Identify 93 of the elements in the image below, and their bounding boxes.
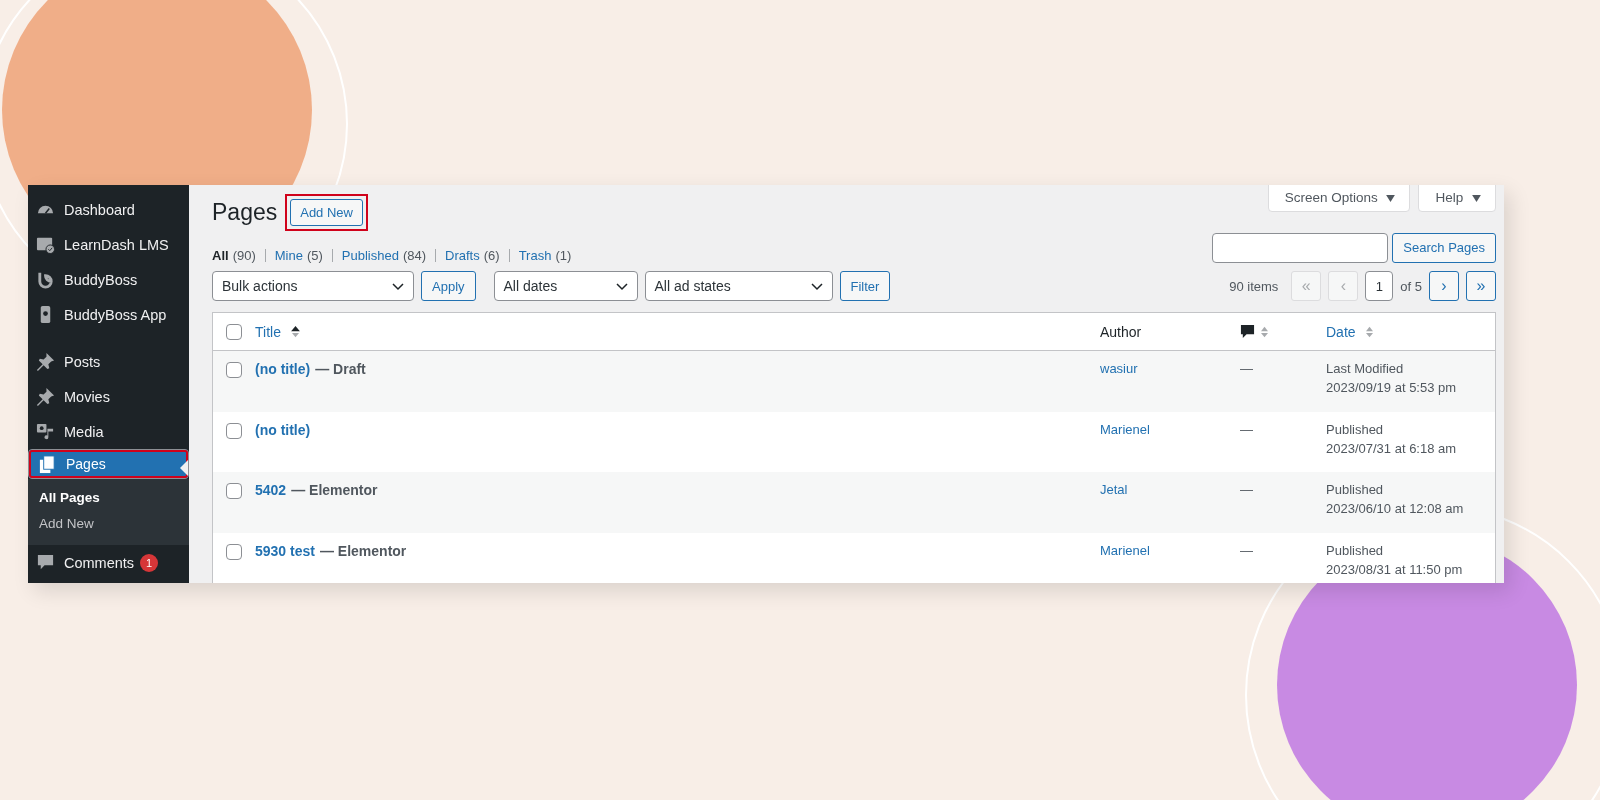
- page-state: — Elementor: [319, 542, 407, 559]
- window-check-icon: [36, 235, 55, 254]
- author-link[interactable]: Marienel: [1100, 421, 1150, 437]
- page-title-link[interactable]: 5402: [255, 482, 287, 498]
- column-sort-link[interactable]: Date: [1326, 323, 1356, 340]
- filter-button[interactable]: Filter: [839, 271, 891, 301]
- ad-states-dropdown[interactable]: All ad states: [644, 271, 833, 301]
- date-text: 2023/07/31 at 6:18 am: [1326, 440, 1458, 456]
- screen-options-button[interactable]: Screen Options: [1267, 185, 1411, 212]
- sidebar-item-label: Media: [64, 423, 104, 440]
- view-filter-link[interactable]: All: [212, 248, 229, 263]
- sidebar-item-label: BuddyBoss: [64, 271, 138, 288]
- comment-count: —: [1240, 482, 1253, 497]
- submenu-item[interactable]: All Pages: [28, 485, 189, 511]
- dates-dropdown[interactable]: All dates: [493, 271, 638, 301]
- date-status: Published: [1326, 482, 1385, 497]
- sidebar-item-label: BuddyBoss App: [64, 306, 167, 323]
- select-all-checkbox[interactable]: [226, 323, 242, 340]
- date-status: Last Modified: [1326, 361, 1405, 376]
- column-label: Author: [1100, 323, 1142, 340]
- page-title-link[interactable]: 5930 test: [255, 542, 315, 559]
- submenu-item[interactable]: Add New: [28, 511, 189, 537]
- sidebar-item[interactable]: LearnDash LMS: [28, 227, 189, 262]
- pagination-button[interactable]: ›: [1429, 271, 1459, 301]
- comment-bubble-icon: [1240, 324, 1255, 339]
- sidebar-item-label: Posts: [64, 353, 101, 370]
- sidebar-item-label: LearnDash LMS: [64, 236, 169, 253]
- count-badge: 1: [140, 553, 159, 572]
- camera-music-icon: [36, 422, 55, 441]
- page-total: of 5: [1400, 278, 1422, 294]
- items-count: 90 items: [1229, 278, 1279, 294]
- sidebar-item[interactable]: Dashboard: [28, 192, 189, 227]
- bulk-actions-dropdown[interactable]: Bulk actions: [212, 271, 414, 301]
- page-title-link[interactable]: (no title): [255, 421, 311, 438]
- row-checkbox[interactable]: [226, 362, 242, 378]
- comment-count: —: [1240, 421, 1253, 437]
- sidebar-item[interactable]: Comments 1: [28, 545, 189, 580]
- sidebar-item[interactable]: Movies: [28, 379, 189, 414]
- caret-icon: [1386, 195, 1396, 202]
- sidebar-item-label: Pages: [66, 456, 106, 472]
- search-field[interactable]: [1212, 232, 1389, 263]
- comment-count: —: [1240, 361, 1253, 376]
- sidebar-item[interactable]: Media: [28, 414, 189, 449]
- chevron-down-icon: [810, 283, 823, 291]
- sidebar-item[interactable]: Posts: [28, 344, 189, 379]
- page-state: — Elementor: [291, 482, 378, 498]
- view-filter-link[interactable]: Mine: [274, 248, 303, 263]
- sidebar-item-label: Comments: [64, 554, 135, 571]
- author-link[interactable]: wasiur: [1100, 361, 1138, 376]
- pages-icon: [38, 454, 57, 474]
- date-status: Published: [1326, 421, 1385, 437]
- sort-ascending-icon: [290, 324, 300, 339]
- date-text: 2023/08/31 at 11:50 pm: [1326, 561, 1464, 577]
- add-new-button[interactable]: Add New: [290, 198, 363, 226]
- page-title: Pages: [212, 198, 278, 226]
- search-button[interactable]: Search Pages: [1392, 232, 1496, 263]
- help-button[interactable]: Help: [1418, 185, 1496, 212]
- date-status: Published: [1326, 542, 1385, 558]
- page-title-link[interactable]: (no title): [255, 361, 311, 377]
- pin-icon: [36, 387, 55, 406]
- caret-icon: [1472, 195, 1481, 202]
- author-link[interactable]: Jetal: [1100, 482, 1128, 497]
- pin-icon: [36, 352, 55, 371]
- sidebar-item[interactable]: BuddyBoss App: [28, 297, 189, 332]
- column-sort-link[interactable]: Title: [255, 323, 281, 340]
- row-checkbox[interactable]: [226, 422, 242, 439]
- sort-arrows-icon: [1364, 324, 1374, 339]
- page-state: — Draft: [315, 361, 366, 377]
- date-text: 2023/09/19 at 5:53 pm: [1326, 380, 1458, 395]
- chevron-down-icon: [615, 283, 628, 291]
- view-count: (5): [306, 248, 323, 263]
- row-checkbox[interactable]: [226, 543, 242, 560]
- view-filter-link[interactable]: Published: [341, 248, 399, 263]
- sidebar-item[interactable]: BuddyBoss: [28, 262, 189, 297]
- view-filter-link[interactable]: Drafts: [445, 248, 480, 263]
- view-filter-link[interactable]: Trash: [518, 248, 552, 263]
- sidebar-item-label: Movies: [64, 388, 110, 405]
- view-count: (84): [402, 248, 427, 263]
- pagination-button[interactable]: »: [1466, 271, 1496, 301]
- view-count: (1): [555, 248, 572, 263]
- view-count: (90): [232, 248, 256, 263]
- swirl-logo-icon: [36, 270, 55, 289]
- row-checkbox[interactable]: [226, 483, 242, 499]
- sort-arrows-icon: [1260, 324, 1269, 339]
- sidebar-item[interactable]: Pages: [28, 449, 189, 479]
- apply-button[interactable]: Apply: [421, 271, 476, 301]
- sidebar-item-label: Dashboard: [64, 201, 135, 218]
- date-text: 2023/06/10 at 12:08 am: [1326, 501, 1465, 516]
- chevron-down-icon: [392, 283, 404, 291]
- author-link[interactable]: Marienel: [1100, 542, 1150, 558]
- comment-count: —: [1240, 542, 1253, 558]
- page-number-field[interactable]: 1: [1365, 271, 1394, 301]
- view-count: (6): [483, 248, 500, 263]
